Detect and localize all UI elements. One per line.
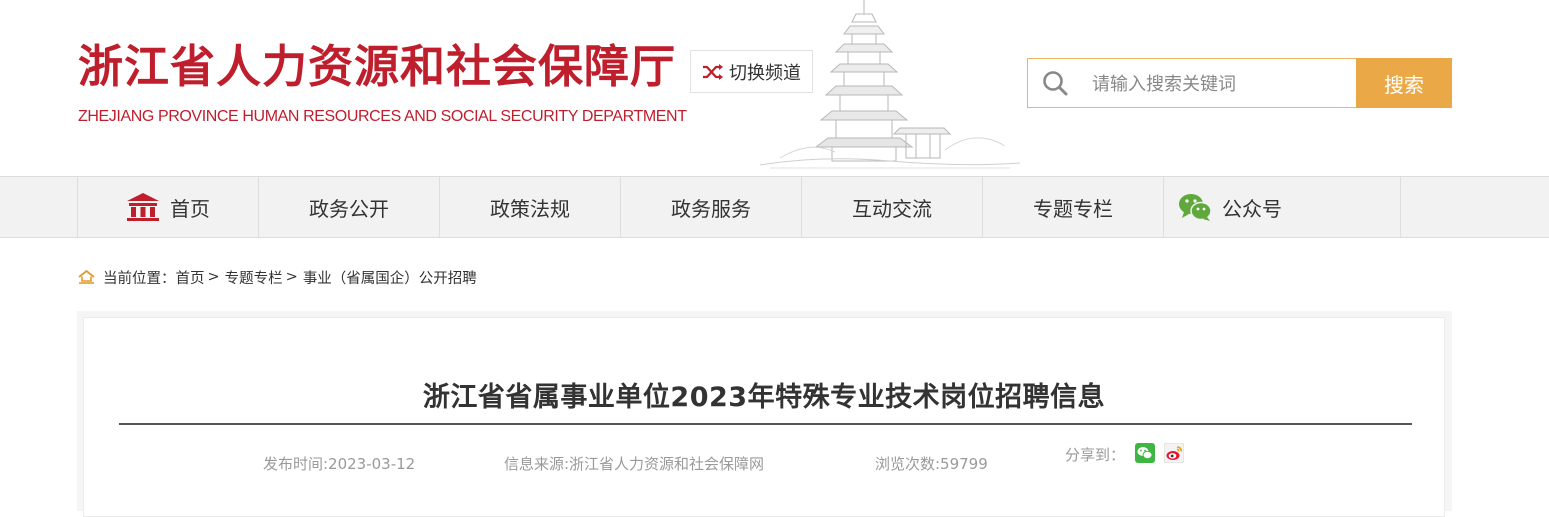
search-input[interactable]: [1090, 59, 1354, 109]
site-logo-title[interactable]: 浙江省人力资源和社会保障厅: [78, 38, 676, 96]
weibo-share-icon[interactable]: [1164, 443, 1184, 463]
nav-item-services[interactable]: 政务服务: [621, 177, 802, 237]
article-frame: 浙江省省属事业单位2023年特殊专业技术岗位招聘信息 发布时间:2023-03-…: [77, 311, 1452, 517]
publish-time: 发布时间:2023-03-12: [263, 455, 416, 473]
pagoda-illustration: [760, 0, 1020, 169]
home-location-icon: [78, 270, 95, 284]
breadcrumb-recruitment-link[interactable]: 事业（省属国企）公开招聘: [303, 267, 477, 288]
breadcrumb-prefix: 当前位置：: [103, 270, 176, 287]
search-box: 搜索: [1027, 58, 1452, 109]
search-button[interactable]: 搜索: [1356, 58, 1452, 108]
article-title: 浙江省省属事业单位2023年特殊专业技术岗位招聘信息: [422, 382, 1106, 413]
nav-item-label: 首页: [170, 196, 210, 221]
breadcrumb-home-link[interactable]: 首页: [176, 267, 205, 288]
nav-item-label: 政策法规: [490, 196, 570, 221]
breadcrumb-separator: >: [207, 269, 220, 285]
article-source: 信息来源:浙江省人力资源和社会保障网: [504, 455, 765, 473]
nav-item-special-topics[interactable]: 专题专栏: [983, 177, 1164, 237]
article-card: 浙江省省属事业单位2023年特殊专业技术岗位招聘信息 发布时间:2023-03-…: [83, 317, 1445, 517]
nav-item-label: 互动交流: [852, 196, 932, 221]
nav-item-label: 政务服务: [671, 196, 751, 221]
nav-item-official-account[interactable]: 公众号: [1164, 177, 1401, 237]
breadcrumb-special-topics-link[interactable]: 专题专栏: [225, 267, 283, 288]
nav-item-policies[interactable]: 政策法规: [440, 177, 621, 237]
title-divider: [119, 423, 1412, 425]
wechat-icon: [1179, 194, 1212, 221]
nav-item-label: 政务公开: [309, 196, 389, 221]
nav-item-label: 专题专栏: [1033, 196, 1113, 221]
home-building-icon: [127, 193, 159, 221]
nav-item-interaction[interactable]: 互动交流: [802, 177, 983, 237]
header: 浙江省人力资源和社会保障厅 ZHEJIANG PROVINCE HUMAN RE…: [0, 0, 1549, 176]
site-logo-subtitle: ZHEJIANG PROVINCE HUMAN RESOURCES AND SO…: [78, 108, 687, 125]
wechat-share-icon[interactable]: [1135, 443, 1155, 463]
breadcrumb-separator: >: [285, 269, 298, 285]
search-icon: [1043, 71, 1068, 96]
nav-item-government-affairs[interactable]: 政务公开: [259, 177, 440, 237]
view-count: 浏览次数:59799: [875, 455, 988, 473]
nav-item-home[interactable]: 首页: [78, 177, 259, 237]
breadcrumb: 当前位置： 首页 > 专题专栏 > 事业（省属国企）公开招聘: [78, 266, 477, 288]
shuffle-icon: [703, 63, 723, 80]
nav-item-label: 公众号: [1222, 196, 1282, 221]
main-nav: 首页 政务公开 政策法规 政务服务 互动交流 专题专栏 公众号: [0, 176, 1549, 238]
share-label: 分享到：: [1065, 446, 1126, 464]
